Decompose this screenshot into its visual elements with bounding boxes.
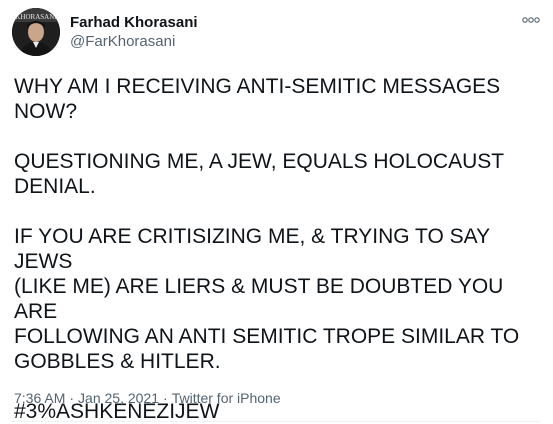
- tweet-paragraph: WHY AM I RECEIVING ANTI-SEMITIC MESSAGES…: [14, 75, 501, 123]
- avatar-image: KHORASANI: [12, 8, 60, 56]
- more-horizontal-icon: [522, 17, 540, 23]
- avatar[interactable]: KHORASANI: [12, 8, 60, 56]
- meta-separator: ·: [163, 390, 168, 406]
- divider: [12, 421, 541, 422]
- tweet-source[interactable]: Twitter for iPhone: [172, 390, 281, 406]
- avatar-logo-text: KHORASANI: [15, 13, 57, 21]
- tweet-header: KHORASANI Farhad Khorasani @FarKhorasani: [12, 8, 198, 56]
- tweet-time[interactable]: 7:36 AM: [14, 390, 65, 406]
- meta-separator: ·: [69, 390, 75, 406]
- author-display-name[interactable]: Farhad Khorasani: [70, 13, 198, 32]
- tweet-paragraph: IF YOU ARE CRITISIZING ME, & TRYING TO S…: [14, 225, 520, 373]
- tweet-metadata: 7:36 AM · Jan 25, 2021 · Twitter for iPh…: [14, 390, 281, 406]
- author-handle[interactable]: @FarKhorasani: [70, 32, 198, 51]
- tweet-text: WHY AM I RECEIVING ANTI-SEMITIC MESSAGES…: [14, 74, 544, 424]
- tweet-paragraph: QUESTIONING ME, A JEW, EQUALS HOLOCAUST …: [14, 150, 505, 198]
- author-names: Farhad Khorasani @FarKhorasani: [70, 13, 198, 51]
- tweet-date[interactable]: Jan 25, 2021: [78, 390, 159, 406]
- tweet-card: KHORASANI Farhad Khorasani @FarKhorasani…: [0, 0, 553, 423]
- more-options-button[interactable]: [519, 12, 543, 28]
